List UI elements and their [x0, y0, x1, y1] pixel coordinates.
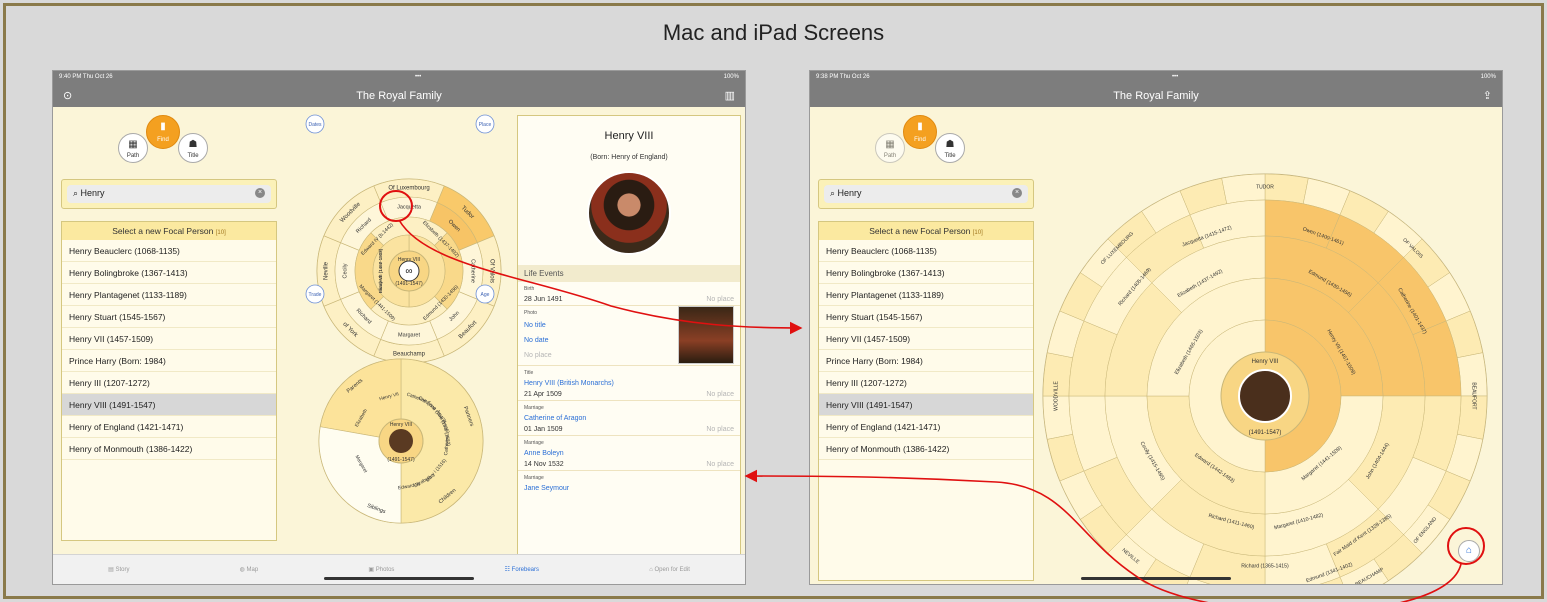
tab-story[interactable]: ▤ Story — [108, 566, 129, 573]
fan-person-label: Richard (1365-1415) — [1241, 563, 1289, 569]
event-label: Birth — [524, 286, 535, 292]
tree-icon: ☷ — [504, 567, 512, 573]
fan-outer-label: BEAUFORT — [1471, 382, 1477, 409]
tab-label: Story — [115, 567, 130, 573]
event-place: No place — [706, 296, 734, 303]
tab-photos[interactable]: ▣ Photos — [368, 566, 394, 573]
large-ancestor-fan-chart[interactable]: Henry VIII(1491-1547)TUDOROF VALOISBEAUF… — [1042, 173, 1488, 585]
event-place: No place — [706, 426, 734, 433]
event-row[interactable]: 28 Jun 1491 No place — [518, 294, 740, 306]
family-center-years: (1491-1547) — [387, 457, 415, 463]
tab-label: Map — [246, 567, 259, 573]
left-ipad-screen: 9:40 PM Thu Oct 26 ••• 100% ⊙ The Royal … — [52, 70, 746, 585]
trade-button-label: Trade — [309, 292, 322, 298]
home-indicator — [324, 577, 474, 580]
fan-middle-label: Margaret — [398, 332, 420, 338]
flashlight-icon: ▮ — [160, 121, 166, 132]
place-button-label: Place — [479, 122, 492, 128]
dates-button-label: Dates — [308, 122, 322, 128]
event-value: 28 Jun 1491 — [524, 296, 563, 303]
fan-center-years: (1491-1547) — [1249, 430, 1282, 436]
fan-outer-label: Of Valois — [488, 259, 494, 283]
fan-outer-label: Of Luxembourg — [388, 186, 429, 192]
event-place: No place — [706, 391, 734, 398]
spouse-link[interactable]: Jane Seymour — [524, 485, 569, 492]
family-center-portrait[interactable] — [389, 429, 413, 453]
spouse-link[interactable]: Anne Boleyn — [524, 450, 564, 457]
fan-middle-label: Jacquetta — [397, 204, 422, 210]
event-row[interactable]: Anne Boleyn — [518, 448, 740, 459]
title-link[interactable]: Henry VIII (British Monarchs) — [524, 380, 614, 387]
tab-forebears[interactable]: ☷ Forebears — [505, 566, 539, 573]
event-row[interactable]: 21 Apr 1509 No place — [518, 389, 740, 401]
person-portrait[interactable] — [587, 171, 671, 255]
tab-map[interactable]: ◍ Map — [240, 566, 259, 573]
photo-thumbnail[interactable] — [678, 306, 734, 364]
binoculars-glyph: ∞ — [405, 266, 412, 277]
screenshot-frame: Mac and iPad Screens 9:40 PM Thu Oct 26 … — [3, 3, 1544, 602]
event-row[interactable]: 01 Jan 1509 No place — [518, 424, 740, 436]
person-born: (Born: Henry of England) — [590, 154, 668, 161]
event-label: Title — [524, 370, 534, 376]
fan-middle-label: Cecily — [342, 263, 348, 278]
tab-label: Open for Edit — [654, 566, 690, 573]
life-events-header: Life Events — [518, 265, 740, 282]
ancestor-fan-chart[interactable]: Of LuxembourgTudorOf ValoisBeaufortBeauc… — [305, 114, 502, 364]
fan-center-years: (1491-1547) — [395, 281, 423, 287]
find-mode-button[interactable]: ▮ Find — [903, 115, 937, 149]
find-label: Find — [157, 137, 169, 143]
fan-center-portrait[interactable] — [1238, 369, 1292, 423]
age-button-label: Age — [481, 292, 490, 298]
fan-outer-label: Beauchamp — [393, 352, 426, 358]
event-date: 21 Apr 1509 — [524, 391, 562, 398]
right-ipad-screen: 9:38 PM Thu Oct 26 ••• 100% The Royal Fa… — [809, 70, 1503, 585]
event-row[interactable]: Henry VIII (British Monarchs) — [518, 378, 740, 389]
fan-core-label: Henry VII (1457-1509) — [378, 248, 383, 293]
photo-icon: ▣ — [368, 567, 376, 573]
spouse-link[interactable]: Catherine of Aragon — [524, 415, 586, 422]
details-panel: Henry VIII (Born: Henry of England) Life… — [517, 115, 741, 561]
photo-title-link[interactable]: No title — [524, 322, 546, 329]
fan-outer-label: Neville — [324, 261, 330, 280]
fan-center-name: Henry VIII — [1252, 359, 1279, 365]
page-title: Mac and iPad Screens — [662, 20, 885, 45]
flashlight-icon: ▮ — [917, 121, 923, 132]
fan-outer-label: TUDOR — [1256, 184, 1274, 190]
event-row[interactable]: 14 Nov 1532 No place — [518, 459, 740, 471]
event-row[interactable]: Catherine of Aragon — [518, 413, 740, 424]
event-row[interactable]: Jane Seymour — [518, 483, 740, 494]
event-place: No place — [524, 352, 552, 359]
home-indicator — [1081, 577, 1231, 580]
find-mode-button[interactable]: ▮ Find — [146, 115, 180, 149]
globe-icon: ◍ — [239, 567, 247, 573]
photo-event[interactable]: Photo No title No date No place — [518, 306, 740, 366]
family-circle-chart[interactable]: ParentsPartnersSiblingsChildrenHenry VII… — [318, 358, 484, 524]
event-label: Marriage — [524, 440, 544, 446]
fan-middle-label: Catherine — [470, 259, 476, 283]
event-date: 01 Jan 1509 — [524, 426, 563, 433]
home-icon: ⌂ — [1465, 545, 1473, 556]
event-date: 14 Nov 1532 — [524, 461, 564, 468]
find-label: Find — [914, 137, 926, 143]
tab-label: Photos — [375, 567, 395, 573]
event-label: Marriage — [524, 475, 544, 481]
fan-outer-label: WOODVILLE — [1053, 380, 1059, 410]
family-center-name: Henry VIII — [390, 422, 412, 428]
event-place: No place — [706, 461, 734, 468]
person-name: Henry VIII — [604, 130, 654, 142]
tab-open-for-edit[interactable]: ⌂ Open for Edit — [649, 567, 690, 573]
tab-label: Forebears — [511, 567, 540, 573]
photo-date-link[interactable]: No date — [524, 337, 549, 344]
home-button[interactable]: ⌂ — [1458, 540, 1480, 562]
event-label: Marriage — [524, 405, 544, 411]
